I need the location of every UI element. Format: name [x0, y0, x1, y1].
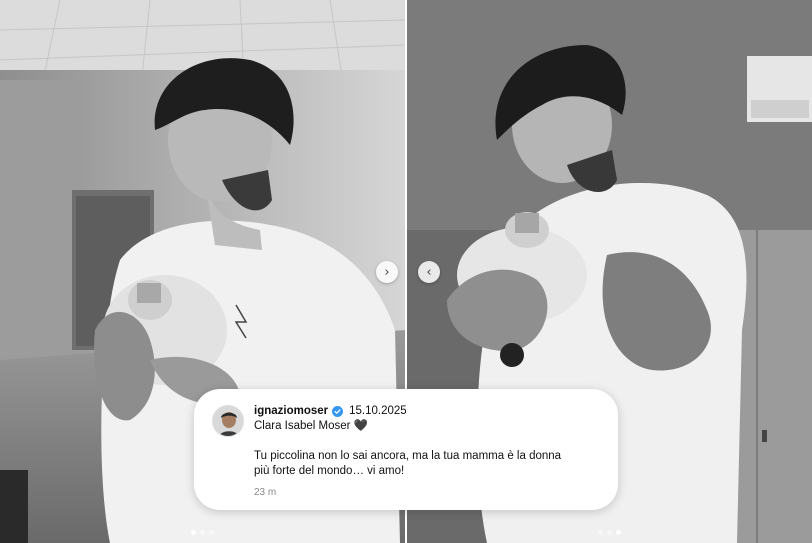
chevron-right-icon: ›	[384, 264, 390, 280]
chevron-left-icon: ‹	[426, 264, 432, 280]
carousel-dot	[616, 530, 621, 535]
carousel-dot	[200, 530, 205, 535]
post-time-ago: 23 m	[254, 487, 277, 498]
caption-title: Clara Isabel Moser 🖤	[254, 420, 369, 432]
carousel-dot	[209, 530, 214, 535]
carousel-dot	[191, 530, 196, 535]
carousel-dots-left	[0, 530, 405, 535]
caption-text-line: Tu piccolina non lo sai ancora, ma la tu…	[254, 450, 562, 462]
verified-badge-icon	[332, 405, 344, 417]
username-link[interactable]: ignaziomoser	[254, 404, 328, 419]
carousel-dots-right	[407, 530, 812, 535]
next-photo-button[interactable]: ›	[376, 261, 398, 283]
caption-body: ignaziomoser 15.10.2025 Clara Isabel Mos…	[254, 403, 600, 499]
carousel-dot	[607, 530, 612, 535]
avatar-image	[213, 406, 243, 436]
caption-header: ignaziomoser 15.10.2025	[254, 403, 600, 419]
avatar[interactable]	[212, 405, 244, 437]
caption-text-line: più forte del mondo… vi amo!	[254, 465, 405, 477]
post-date: 15.10.2025	[349, 404, 407, 417]
previous-photo-button[interactable]: ‹	[418, 261, 440, 283]
carousel-dot	[598, 530, 603, 535]
caption-card: ignaziomoser 15.10.2025 Clara Isabel Mos…	[194, 389, 618, 510]
